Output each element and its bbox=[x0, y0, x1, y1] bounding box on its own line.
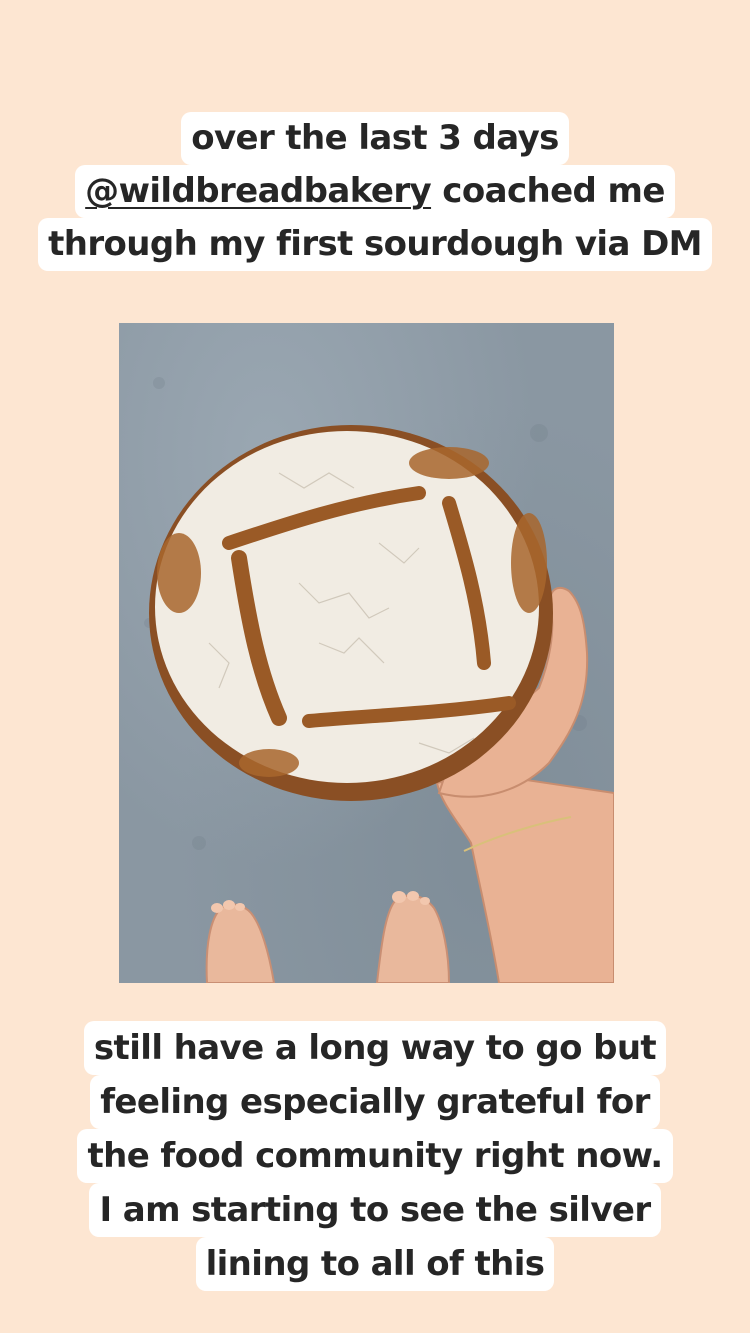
caption-line: feeling especially grateful for bbox=[90, 1075, 660, 1129]
caption-line: I am starting to see the silver bbox=[89, 1183, 661, 1237]
bottom-caption: still have a long way to go but feeling … bbox=[0, 1021, 750, 1291]
mention-link[interactable]: @wildbreadbakery bbox=[85, 171, 431, 211]
caption-line: through my first sourdough via DM bbox=[38, 218, 712, 271]
caption-line: @wildbreadbakery coached me bbox=[75, 165, 675, 218]
caption-line-rest: coached me bbox=[431, 171, 665, 211]
caption-line: still have a long way to go but bbox=[83, 1021, 667, 1075]
top-caption: over the last 3 days @wildbreadbakery co… bbox=[0, 112, 750, 271]
bread-loaf bbox=[149, 425, 553, 801]
caption-line: over the last 3 days bbox=[181, 112, 569, 165]
caption-line: lining to all of this bbox=[195, 1237, 555, 1291]
sourdough-photo bbox=[119, 323, 614, 983]
caption-line: the food community right now. bbox=[77, 1129, 673, 1183]
